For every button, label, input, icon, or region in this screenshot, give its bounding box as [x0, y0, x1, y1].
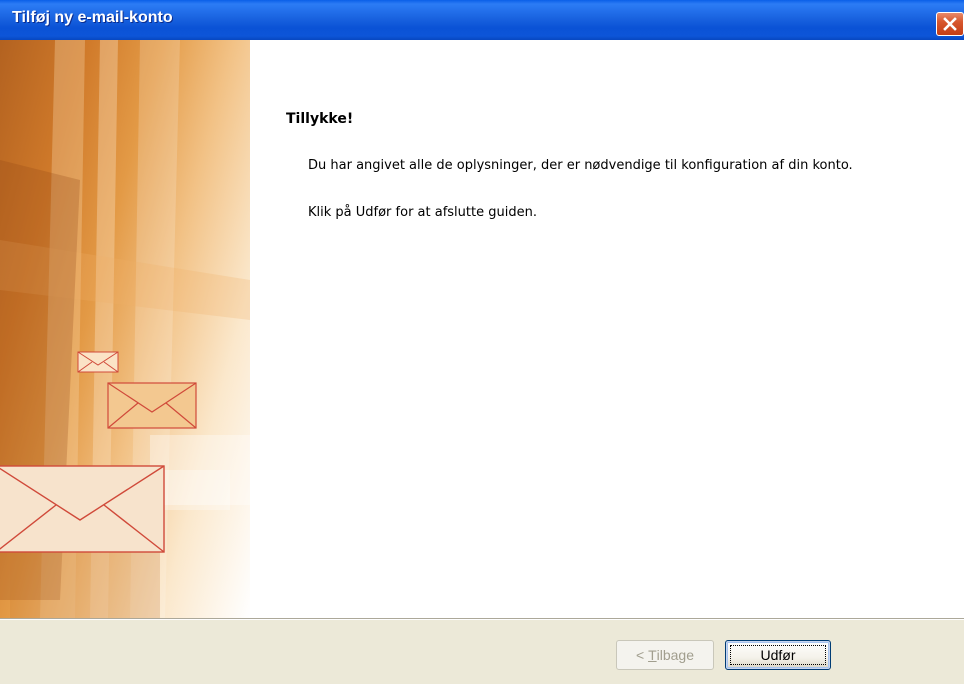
- wizard-window: Tilføj ny e-mail-konto Tillykke! Du har …: [0, 0, 964, 684]
- back-button-prefix: <: [635, 647, 649, 663]
- title-bar[interactable]: Tilføj ny e-mail-konto: [0, 0, 964, 40]
- page-heading: Tillykke!: [286, 111, 354, 127]
- window-title: Tilføj ny e-mail-konto: [12, 9, 173, 26]
- wizard-banner: [0, 40, 250, 618]
- envelope-icon: [77, 351, 119, 373]
- envelope-icon: [0, 465, 165, 553]
- back-button-mnemonic: T: [648, 647, 657, 663]
- focus-rectangle: [730, 645, 826, 665]
- finish-button[interactable]: Udfør: [725, 640, 831, 670]
- back-button[interactable]: < Tilbage: [616, 640, 714, 670]
- envelope-icon: [107, 382, 197, 429]
- wizard-content: Tillykke! Du har angivet alle de oplysni…: [250, 40, 964, 618]
- message-finish-hint: Klik på Udfør for at afslutte guiden.: [308, 205, 537, 220]
- back-button-label: ilbage: [656, 647, 694, 663]
- button-bar: < Tilbage Udfør: [0, 620, 964, 684]
- message-configured: Du har angivet alle de oplysninger, der …: [308, 158, 853, 173]
- close-button[interactable]: [936, 12, 964, 36]
- close-icon: [943, 17, 957, 31]
